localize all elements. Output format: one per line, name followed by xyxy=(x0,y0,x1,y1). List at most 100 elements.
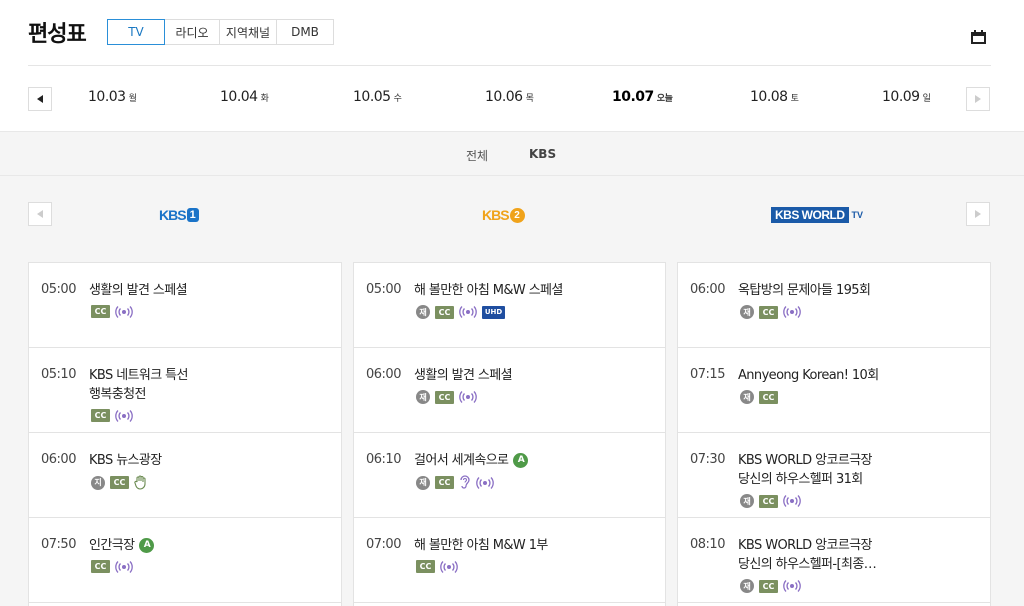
program-badges: 재 CC xyxy=(740,305,801,319)
program-time: 07:50 xyxy=(41,537,76,552)
rerun-badge: 재 xyxy=(416,390,430,404)
closed-caption-badge: CC xyxy=(759,390,778,404)
tab-tv[interactable]: TV xyxy=(107,19,165,45)
program-time: 05:10 xyxy=(41,367,76,382)
program-time: 05:00 xyxy=(41,282,76,297)
program-item[interactable]: 07:30 KBS WORLD 앙코르극장당신의 하우스헬퍼 31회재 CC xyxy=(678,433,990,518)
closed-caption-badge: CC xyxy=(416,560,435,573)
broadcast-icon xyxy=(115,409,133,422)
date-item[interactable]: 10.06 목 xyxy=(485,89,534,105)
program-badges: 재 CC xyxy=(416,475,494,490)
prev-channel-button[interactable] xyxy=(28,202,52,226)
program-item[interactable]: 06:00 KBS 뉴스광장 지 CC xyxy=(29,433,341,518)
program-title-line: 옥탑방의 문제아들 195회 xyxy=(738,281,871,300)
program-badges: 재 CC xyxy=(740,579,801,593)
media-tabs: TV 라디오 지역채널 DMB xyxy=(107,19,334,45)
program-time: 06:00 xyxy=(366,367,401,382)
program-item[interactable]: 05:00 생활의 발견 스페셜 CC xyxy=(29,263,341,348)
program-item[interactable]: 07:15 Annyeong Korean! 10회재 CC xyxy=(678,348,990,433)
closed-caption-badge: CC xyxy=(91,305,110,318)
channel-logos: KBS 1 KBS 2 KBS WORLD TV xyxy=(0,177,1024,253)
program-item[interactable]: 05:10 KBS 네트워크 특선행복충청전 CC xyxy=(29,348,341,433)
date-item[interactable]: 10.05 수 xyxy=(353,89,402,105)
program-item[interactable]: 06:00 옥탑방의 문제아들 195회 재 CC xyxy=(678,263,990,348)
program-title: 생활의 발견 스페셜 xyxy=(89,283,188,298)
program-item[interactable]: 07:00 해 볼만한 아침 M&W 1부 CC xyxy=(354,518,665,603)
next-date-button[interactable] xyxy=(966,87,990,111)
closed-caption-badge: CC xyxy=(435,390,454,404)
calendar-icon[interactable] xyxy=(971,30,986,44)
program-title-line: Annyeong Korean! 10회 xyxy=(738,366,879,385)
program-title-line: KBS WORLD 앙코르극장 xyxy=(738,536,873,555)
next-channel-button[interactable] xyxy=(966,202,990,226)
date-item[interactable]: 10.04 화 xyxy=(220,89,269,105)
sign-language-icon xyxy=(134,475,148,490)
program-title: KBS WORLD 앙코르극장 xyxy=(738,538,873,553)
date-navigation: 10.03 월 10.04 화 10.05 수 10.06 목 10.07 오늘 10.0… xyxy=(0,66,1024,131)
date-item-today[interactable]: 10.07 오늘 xyxy=(612,89,673,105)
date-item[interactable]: 10.08 토 xyxy=(750,89,799,105)
program-time: 07:15 xyxy=(690,367,725,382)
program-time: 05:00 xyxy=(366,282,401,297)
age-rating-badge: A xyxy=(139,538,155,553)
tab-radio[interactable]: 라디오 xyxy=(164,19,220,45)
date-item[interactable]: 10.09 일 xyxy=(882,89,931,105)
program-title-continued: 당신의 하우스헬퍼 31회 xyxy=(738,472,863,487)
program-time: 08:10 xyxy=(690,537,725,552)
program-title-line: 인간극장 A xyxy=(89,536,155,555)
program-time: 06:10 xyxy=(366,452,401,467)
kbs-world-logo[interactable]: KBS WORLD TV xyxy=(771,207,863,223)
program-item[interactable]: 06:00 생활의 발견 스페셜 재 CC xyxy=(354,348,665,433)
kbs1-logo[interactable]: KBS 1 xyxy=(159,207,199,223)
broadcast-icon xyxy=(115,305,133,318)
channel-column-kbs1: 05:00 생활의 발견 스페셜 CC 05:10 KBS 네트워크 특선행복충청전 CC… xyxy=(28,262,342,606)
program-badges: CC xyxy=(91,560,133,573)
program-title-line: 생활의 발견 스페셜 xyxy=(89,281,188,300)
broadcast-icon xyxy=(459,306,477,318)
program-title: 걸어서 세계속으로 xyxy=(414,453,509,468)
broadcast-icon xyxy=(476,476,494,489)
broadcast-icon xyxy=(783,306,801,318)
program-title-continued: 행복충청전 xyxy=(89,387,146,402)
arrow-left-icon xyxy=(37,210,43,218)
age-rating-badge: A xyxy=(513,453,529,468)
date-item[interactable]: 10.03 월 xyxy=(88,89,137,105)
program-badges: CC xyxy=(91,305,133,318)
closed-caption-badge: CC xyxy=(435,476,454,489)
arrow-right-icon xyxy=(975,95,981,103)
tab-local-channel[interactable]: 지역채널 xyxy=(219,19,277,45)
program-item[interactable]: 07:50 인간극장 A CC xyxy=(29,518,341,603)
rerun-badge: 재 xyxy=(416,305,430,319)
program-title-line: KBS WORLD 앙코르극장 xyxy=(738,451,873,470)
program-title-line: 걸어서 세계속으로 A xyxy=(414,451,529,470)
rerun-badge: 재 xyxy=(416,475,430,490)
broadcast-icon xyxy=(459,391,477,403)
program-title: KBS 네트워크 특선 xyxy=(89,368,189,383)
program-time: 07:30 xyxy=(690,452,725,467)
program-title-line: KBS 네트워크 특선 xyxy=(89,366,189,385)
program-badges: 재 CC xyxy=(740,390,778,404)
program-item[interactable]: 08:10 KBS WORLD 앙코르극장 당신의 하우스헬퍼-[최종… 재 CC xyxy=(678,518,990,603)
program-item[interactable]: 06:10 걸어서 세계속으로 A 재 CC xyxy=(354,433,665,518)
filter-all[interactable]: 전체 xyxy=(466,147,488,164)
program-title: KBS WORLD 앙코르극장 xyxy=(738,453,873,468)
program-badges: 재 CC UHD xyxy=(416,305,505,319)
closed-caption-badge: CC xyxy=(759,305,778,319)
program-title-line: 해 볼만한 아침 M&W 스페셜 xyxy=(414,281,563,300)
broadcast-icon xyxy=(783,580,801,592)
closed-caption-badge: CC xyxy=(110,476,129,489)
rerun-badge: 재 xyxy=(740,579,754,593)
tab-dmb[interactable]: DMB xyxy=(276,19,334,45)
program-item[interactable]: 05:00 해 볼만한 아침 M&W 스페셜재 CC UHD xyxy=(354,263,665,348)
channel-column-kbs-world: 06:00 옥탑방의 문제아들 195회 재 CC 07:15 Annyeong Kore… xyxy=(677,262,991,606)
program-badges: 지 CC xyxy=(91,475,148,490)
rerun-badge: 재 xyxy=(740,494,754,508)
kbs2-logo[interactable]: KBS 2 xyxy=(482,207,525,223)
program-badges: 재 CC xyxy=(740,494,801,508)
closed-caption-badge: CC xyxy=(91,409,110,422)
rerun-badge: 재 xyxy=(740,305,754,319)
filter-kbs[interactable]: KBS xyxy=(529,147,556,161)
program-title: 인간극장 xyxy=(89,538,135,553)
prev-date-button[interactable] xyxy=(28,87,52,111)
program-badges: CC xyxy=(91,409,133,422)
